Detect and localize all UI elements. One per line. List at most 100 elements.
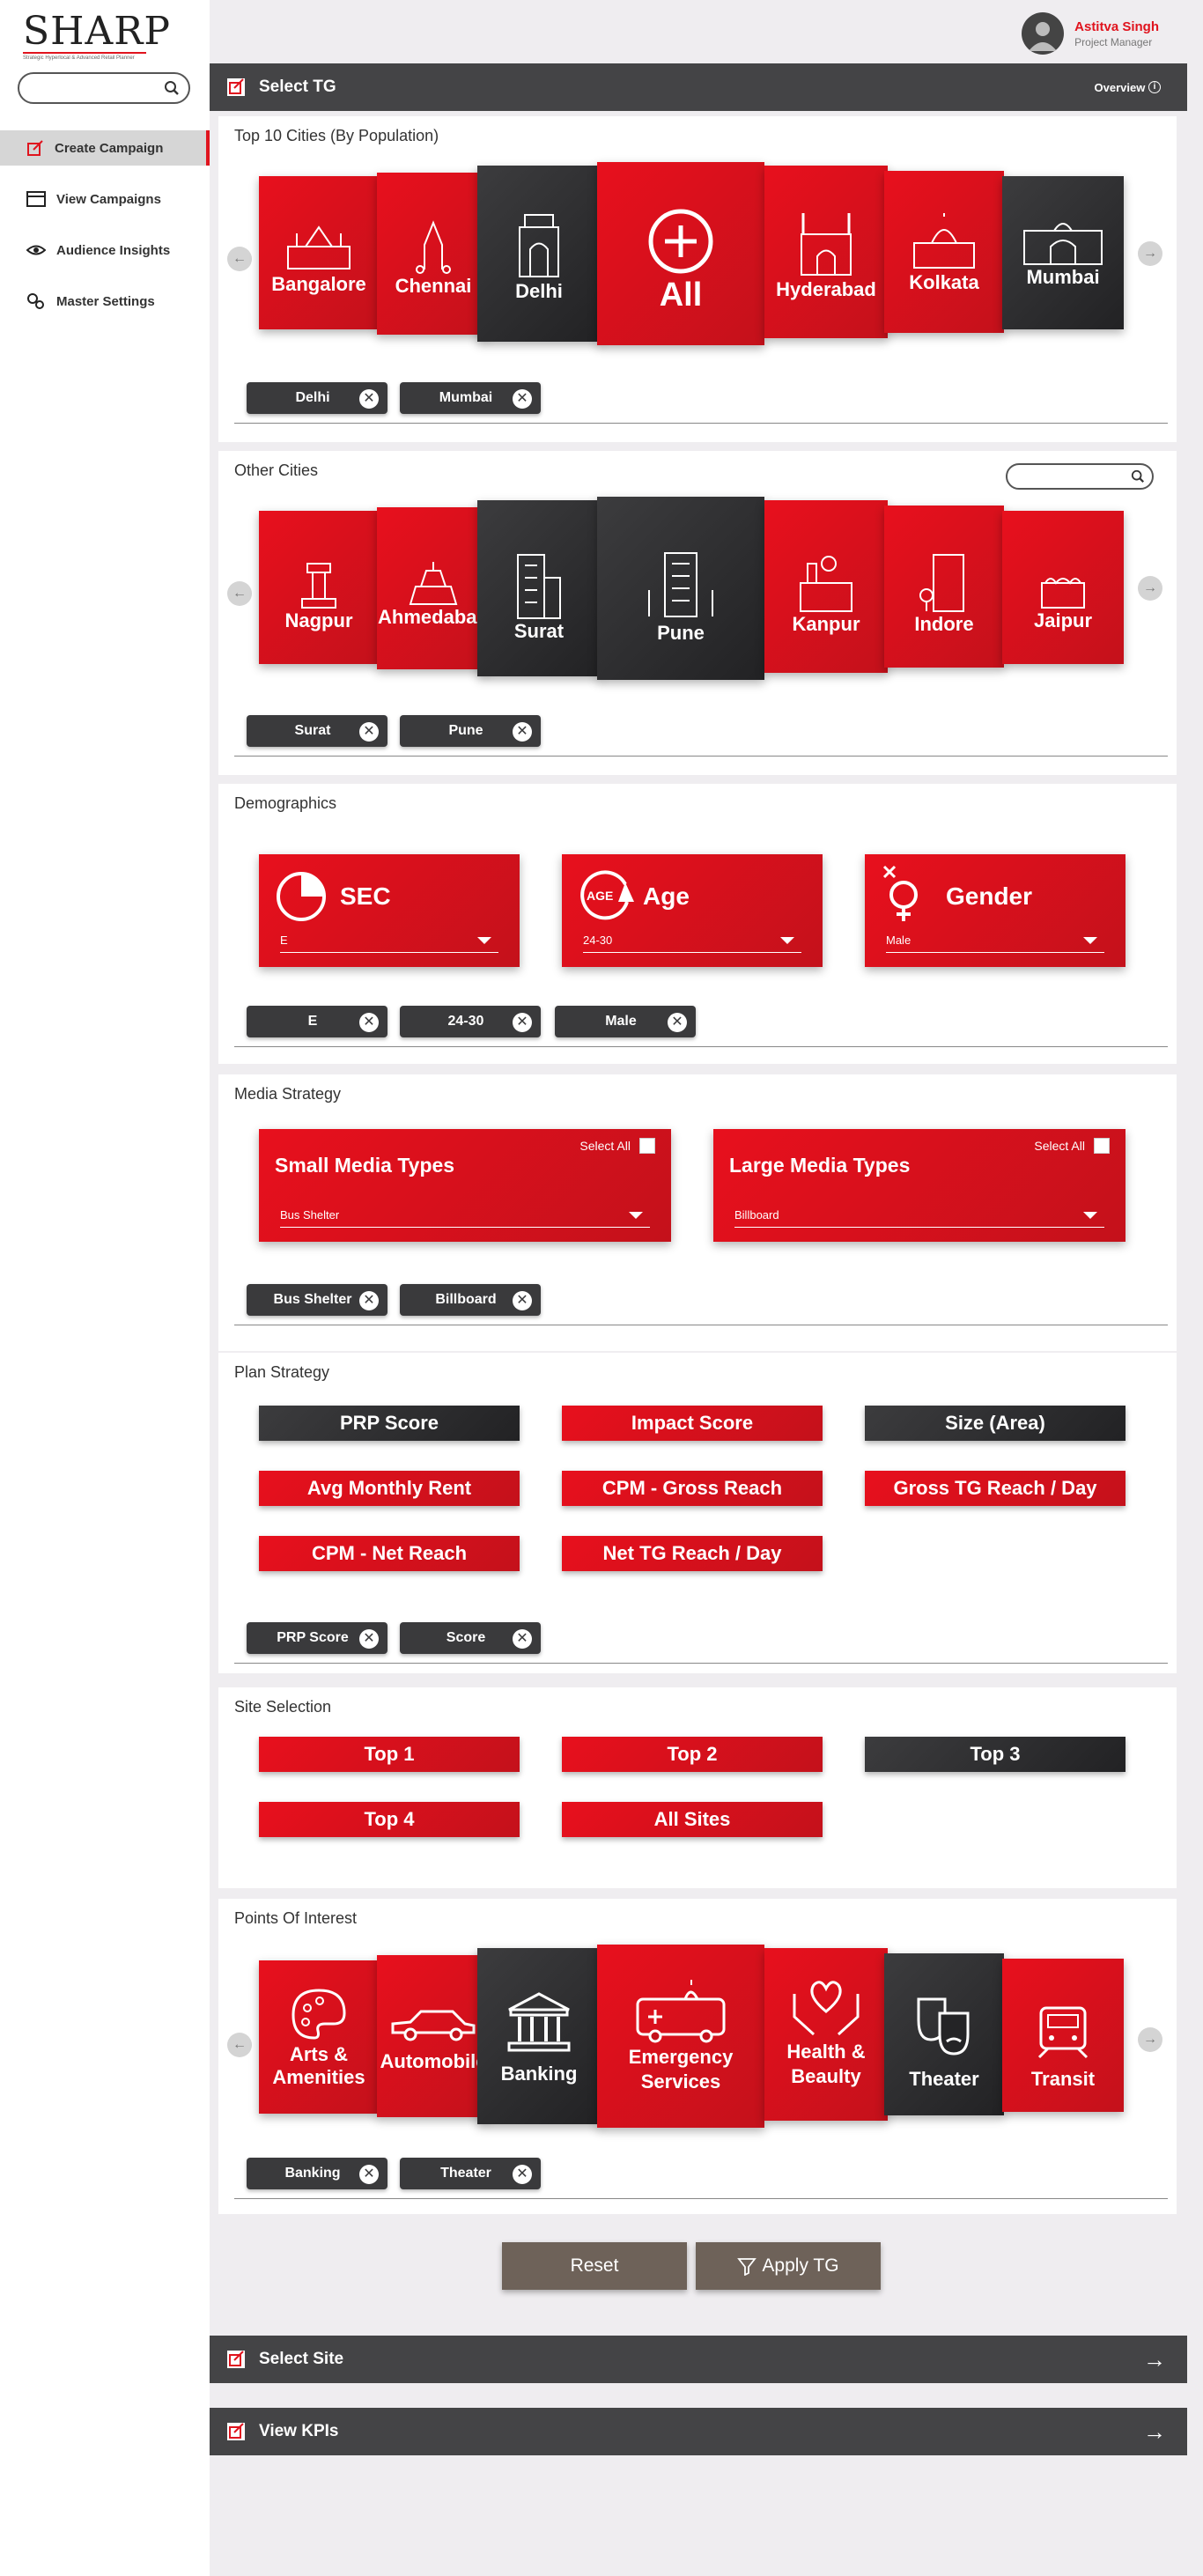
demographics-panel: Demographics SEC E AGE Age 24-30 Gender … [218, 784, 1177, 1064]
city-card-delhi[interactable]: Delhi [477, 166, 601, 342]
city-card-kanpur[interactable]: Kanpur [764, 500, 888, 673]
remove-chip-button[interactable]: ✕ [359, 1629, 379, 1649]
age-select[interactable]: 24-30 [583, 934, 801, 953]
demographics-title: Demographics [234, 794, 337, 812]
large-media-select[interactable]: Billboard [734, 1208, 1104, 1228]
arrow-right-icon[interactable]: → [1143, 2418, 1166, 2446]
city-card-jaipur[interactable]: Jaipur [1002, 511, 1124, 664]
poi-card-banking[interactable]: Banking [477, 1948, 601, 2124]
carousel-prev-button[interactable]: ← [227, 2033, 252, 2057]
site-option-top-1[interactable]: Top 1 [259, 1737, 520, 1772]
poi-card-emergency-services[interactable]: Emergency Services [597, 1945, 764, 2128]
poi-card-theater[interactable]: Theater [884, 1953, 1004, 2115]
select-site-header[interactable]: Select Site → [210, 2336, 1187, 2383]
carousel-next-button[interactable]: → [1138, 241, 1162, 266]
remove-chip-button[interactable]: ✕ [359, 2165, 379, 2184]
plan-option-cpm-gross-reach[interactable]: CPM - Gross Reach [562, 1471, 823, 1506]
poi-title: Points Of Interest [234, 1909, 358, 1927]
remove-chip-button[interactable]: ✕ [513, 1013, 532, 1032]
sidebar-item-create-campaign[interactable]: Create Campaign [0, 130, 210, 166]
jaipur-landmark-icon [1041, 578, 1085, 609]
select-tg-header[interactable]: Select TG Overview i [210, 63, 1187, 111]
site-option-top-4[interactable]: Top 4 [259, 1802, 520, 1837]
plan-option-size-area[interactable]: Size (Area) [865, 1406, 1126, 1441]
poi-card-automobile[interactable]: Automobile [377, 1955, 490, 2117]
city-card-ahmedabad[interactable]: Ahmedabad [377, 507, 490, 669]
gender-select[interactable]: Male [886, 934, 1104, 953]
gender-dropdown-card[interactable]: Gender Male [865, 854, 1126, 967]
site-option-top-3[interactable]: Top 3 [865, 1737, 1126, 1772]
sidebar-item-master-settings[interactable]: Master Settings [0, 284, 210, 319]
sidebar-search-input[interactable] [18, 72, 190, 104]
city-card-indore[interactable]: Indore [884, 506, 1004, 668]
search-icon [1131, 469, 1145, 483]
remove-chip-button[interactable]: ✕ [513, 389, 532, 409]
remove-chip-button[interactable]: ✕ [359, 1013, 379, 1032]
city-card-pune[interactable]: Pune [597, 497, 764, 680]
view-kpis-header[interactable]: View KPIs → [210, 2408, 1187, 2455]
remove-chip-button[interactable]: ✕ [513, 2165, 532, 2184]
city-card-mumbai[interactable]: Mumbai [1002, 176, 1124, 329]
select-all-checkbox[interactable] [639, 1138, 655, 1154]
sidebar-item-view-campaigns[interactable]: View Campaigns [0, 181, 210, 217]
sec-select[interactable]: E [280, 934, 498, 953]
city-card-bangalore[interactable]: Bangalore [259, 176, 379, 329]
carousel-prev-button[interactable]: ← [227, 581, 252, 606]
card-label: Automobile [380, 2050, 487, 2072]
campaign-icon [227, 2351, 245, 2368]
view-kpis-title: View KPIs [259, 2422, 339, 2440]
apply-tg-button[interactable]: Apply TG [696, 2242, 881, 2290]
poi-card-arts-amenities[interactable]: Arts & Amenities [259, 1960, 379, 2114]
sidebar-item-label: Master Settings [56, 293, 155, 309]
campaign-icon [27, 140, 43, 156]
carousel-next-button[interactable]: → [1138, 576, 1162, 601]
user-profile[interactable]: Astitva Singh Project Manager [1022, 12, 1159, 55]
overview-link[interactable]: Overview i [1095, 81, 1161, 94]
remove-chip-button[interactable]: ✕ [513, 722, 532, 742]
remove-chip-button[interactable]: ✕ [359, 389, 379, 409]
poi-panel: Points Of Interest ← → Arts & Amenities … [218, 1899, 1177, 2214]
large-media-select-all[interactable]: Select All [1034, 1138, 1110, 1154]
selected-chip-score: Score ✕ [400, 1622, 541, 1654]
plan-option-gross-tg-reach-day[interactable]: Gross TG Reach / Day [865, 1471, 1126, 1506]
plan-option-impact-score[interactable]: Impact Score [562, 1406, 823, 1441]
remove-chip-button[interactable]: ✕ [668, 1013, 687, 1032]
sharp-logo[interactable]: SHARP Strategic Hyperlocal & Advanced Re… [23, 12, 170, 61]
site-option-all-sites[interactable]: All Sites [562, 1802, 823, 1837]
sec-dropdown-card[interactable]: SEC E [259, 854, 520, 967]
plan-option-avg-monthly-rent[interactable]: Avg Monthly Rent [259, 1471, 520, 1506]
reset-button[interactable]: Reset [502, 2242, 687, 2290]
city-card-surat[interactable]: Surat [477, 500, 601, 676]
plan-option-prp-score[interactable]: PRP Score [259, 1406, 520, 1441]
poi-card-health-beauty[interactable]: Health & Beaulty [764, 1948, 888, 2121]
city-card-hyderabad[interactable]: Hyderabad [764, 166, 888, 338]
card-label: Delhi [515, 280, 563, 302]
small-media-select[interactable]: Bus Shelter [280, 1208, 650, 1228]
select-all-checkbox[interactable] [1094, 1138, 1110, 1154]
gender-value: Male [886, 934, 911, 947]
mumbai-landmark-icon [1023, 223, 1103, 265]
city-card-all[interactable]: All [597, 162, 764, 345]
arrow-right-icon[interactable]: → [1143, 2346, 1166, 2373]
poi-card-transit[interactable]: Transit [1002, 1959, 1124, 2112]
small-media-dropdown-card[interactable]: Small Media Types Select All Bus Shelter [259, 1129, 671, 1242]
sidebar-item-label: Audience Insights [56, 242, 171, 258]
plan-option-net-tg-reach-day[interactable]: Net TG Reach / Day [562, 1536, 823, 1571]
city-card-nagpur[interactable]: Nagpur [259, 511, 379, 664]
remove-chip-button[interactable]: ✕ [359, 722, 379, 742]
plan-option-cpm-net-reach[interactable]: CPM - Net Reach [259, 1536, 520, 1571]
large-media-dropdown-card[interactable]: Large Media Types Select All Billboard [713, 1129, 1126, 1242]
carousel-next-button[interactable]: → [1138, 2027, 1162, 2052]
city-card-chennai[interactable]: Chennai [377, 173, 490, 335]
sidebar-item-audience-insights[interactable]: Audience Insights [0, 233, 210, 268]
remove-chip-button[interactable]: ✕ [513, 1629, 532, 1649]
city-card-kolkata[interactable]: Kolkata [884, 171, 1004, 333]
other-cities-search-input[interactable] [1006, 463, 1154, 490]
remove-chip-button[interactable]: ✕ [513, 1291, 532, 1310]
site-option-top-2[interactable]: Top 2 [562, 1737, 823, 1772]
age-icon: AGE [580, 870, 634, 920]
age-dropdown-card[interactable]: AGE Age 24-30 [562, 854, 823, 967]
remove-chip-button[interactable]: ✕ [359, 1291, 379, 1310]
small-media-select-all[interactable]: Select All [579, 1138, 655, 1154]
carousel-prev-button[interactable]: ← [227, 247, 252, 271]
